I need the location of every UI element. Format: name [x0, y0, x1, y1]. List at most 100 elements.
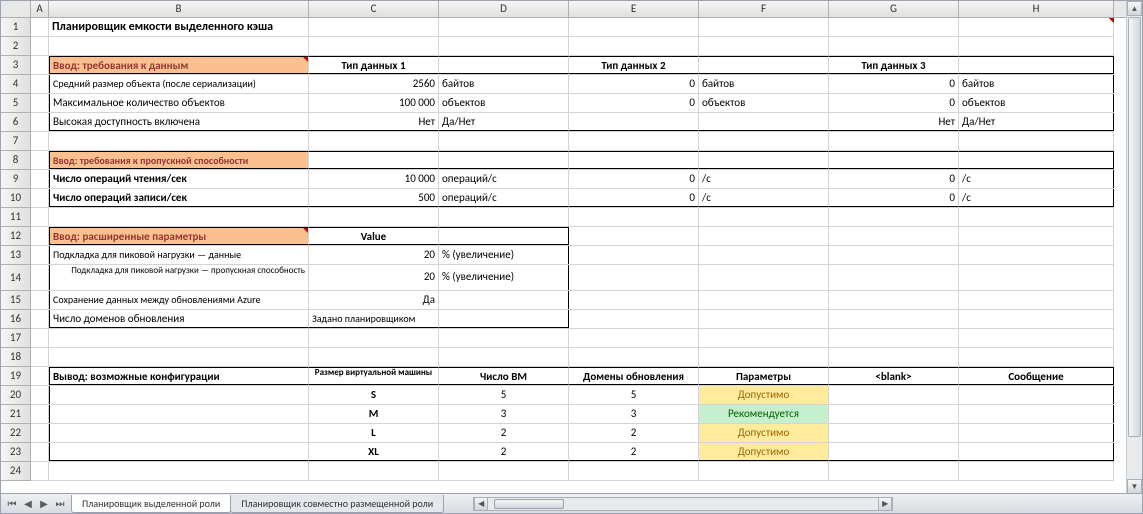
upgrade-domains: 3	[569, 405, 699, 423]
cell-value[interactable]: 0	[829, 94, 959, 112]
cell-value[interactable]: Задано планировщиком	[309, 310, 439, 328]
col-message: Сообщение	[959, 367, 1114, 385]
cell-value[interactable]: 0	[569, 189, 699, 207]
section-header-advanced: Ввод: расширенные параметры	[49, 227, 309, 245]
cell-value[interactable]: 0	[829, 75, 959, 93]
cell-value[interactable]: 0	[829, 170, 959, 188]
col-header-F[interactable]: F	[699, 1, 829, 17]
row-header[interactable]: 21	[1, 405, 31, 424]
cell-unit: операций/с	[439, 170, 569, 188]
avg-obj-size-label: Средний размер объекта (после сериализац…	[49, 75, 309, 93]
cell-unit: байтов	[959, 75, 1114, 93]
column-headers: A B C D E F G H	[1, 1, 1142, 18]
keep-data-azure-updates-label: Сохранение данных между обновлениями Azu…	[49, 291, 309, 309]
cell-unit: операций/с	[439, 189, 569, 207]
value-header: Value	[309, 227, 439, 245]
row-header[interactable]: 1	[1, 18, 31, 37]
peak-data-padding-label: Подкладка для пиковой нагрузки — данные	[49, 246, 309, 264]
col-header-D[interactable]: D	[439, 1, 569, 17]
page-title: Планировщик емкости выделенного кэша	[49, 18, 309, 36]
cell-unit: /с	[699, 189, 829, 207]
cell-value[interactable]: 20	[309, 246, 439, 264]
row-header[interactable]: 10	[1, 189, 31, 208]
row-header[interactable]: 14	[1, 265, 31, 291]
col-header-C[interactable]: C	[309, 1, 439, 17]
row-header[interactable]: 5	[1, 94, 31, 113]
scroll-up-button[interactable]: ▲	[1127, 1, 1142, 16]
cell-unit: байтов	[439, 75, 569, 93]
col-header-G[interactable]: G	[829, 1, 959, 17]
row-headers: 1 2 3 4 5 6 7 8 9 10 11 12 13 14 15 16 1…	[1, 18, 31, 481]
row-header[interactable]: 16	[1, 310, 31, 329]
tab-prev-icon[interactable]: ◀	[21, 497, 35, 511]
tab-colocated-role[interactable]: Планировщик совместно размещенной роли	[230, 495, 444, 513]
row-header[interactable]: 2	[1, 37, 31, 56]
vm-count: 3	[439, 405, 569, 423]
cell-unit: /с	[959, 170, 1114, 188]
cell-value[interactable]: 100 000	[309, 94, 439, 112]
col-blank: <blank>	[829, 367, 959, 385]
vm-count: 5	[439, 386, 569, 404]
hscroll-thumb[interactable]	[494, 499, 564, 509]
vm-count: 2	[439, 424, 569, 442]
vm-size: L	[309, 424, 439, 442]
col-vm-size: Размер виртуальной машины	[309, 367, 439, 385]
section-header-data-req: Ввод: требования к данным	[49, 56, 309, 74]
cell-value[interactable]: Нет	[309, 113, 439, 131]
row-header[interactable]: 13	[1, 246, 31, 265]
row-header[interactable]: 15	[1, 291, 31, 310]
vm-size: S	[309, 386, 439, 404]
row-header[interactable]: 8	[1, 151, 31, 170]
scroll-thumb[interactable]	[1128, 17, 1141, 437]
cell-value[interactable]: 10 000	[309, 170, 439, 188]
row-header[interactable]: 6	[1, 113, 31, 132]
vertical-scrollbar[interactable]: ▲ ▼	[1126, 1, 1142, 494]
row-header[interactable]: 3	[1, 56, 31, 75]
row-header[interactable]: 11	[1, 208, 31, 227]
row-header[interactable]: 4	[1, 75, 31, 94]
row-header[interactable]: 7	[1, 132, 31, 151]
scroll-right-button[interactable]: ▶	[878, 498, 892, 510]
tab-last-icon[interactable]: ⏭	[53, 497, 67, 511]
status-badge: Допустимо	[699, 424, 829, 442]
cell-unit: % (увеличение)	[439, 265, 569, 290]
dtype1-header: Тип данных 1	[309, 56, 439, 74]
cell-value[interactable]: Да	[309, 291, 439, 309]
ha-enabled-label: Высокая доступность включена	[49, 113, 309, 131]
row-header[interactable]: 23	[1, 443, 31, 462]
cell-value[interactable]: 500	[309, 189, 439, 207]
upgrade-domains-label: Число доменов обновления	[49, 310, 309, 328]
scroll-down-button[interactable]: ▼	[1127, 479, 1142, 494]
col-header-A[interactable]: A	[31, 1, 49, 17]
row-header[interactable]: 24	[1, 462, 31, 481]
tab-next-icon[interactable]: ▶	[37, 497, 51, 511]
row-header[interactable]: 12	[1, 227, 31, 246]
row-header[interactable]: 9	[1, 170, 31, 189]
output-section-header: Вывод: возможные конфигурации	[49, 367, 309, 385]
cell-value[interactable]: 20	[309, 265, 439, 290]
row-header[interactable]: 22	[1, 424, 31, 443]
cell-value[interactable]: 2560	[309, 75, 439, 93]
select-all-corner[interactable]	[1, 1, 31, 17]
horizontal-scrollbar[interactable]: ◀ ▶	[473, 497, 893, 511]
cell-value[interactable]: 0	[569, 94, 699, 112]
tab-dedicated-role[interactable]: Планировщик выделенной роли	[71, 495, 231, 513]
cell-value[interactable]: 0	[829, 189, 959, 207]
row-header[interactable]: 18	[1, 348, 31, 367]
max-obj-count-label: Максимальное количество объектов	[49, 94, 309, 112]
row-header[interactable]: 20	[1, 386, 31, 405]
cell-value[interactable]: 0	[569, 75, 699, 93]
cell-value[interactable]: Нет	[829, 113, 959, 131]
cell-grid[interactable]: Планировщик емкости выделенного кэша Вво…	[31, 18, 1114, 481]
upgrade-domains: 2	[569, 443, 699, 461]
scroll-left-button[interactable]: ◀	[474, 498, 488, 510]
cell-value[interactable]: 0	[569, 170, 699, 188]
row-header[interactable]: 17	[1, 329, 31, 348]
writes-per-sec-label: Число операций записи/сек	[49, 189, 309, 207]
col-header-H[interactable]: H	[959, 1, 1114, 17]
col-header-B[interactable]: B	[49, 1, 309, 17]
row-header[interactable]: 19	[1, 367, 31, 386]
sheet-tab-bar: ⏮ ◀ ▶ ⏭ Планировщик выделенной роли План…	[1, 493, 1142, 513]
tab-first-icon[interactable]: ⏮	[5, 497, 19, 511]
col-header-E[interactable]: E	[569, 1, 699, 17]
